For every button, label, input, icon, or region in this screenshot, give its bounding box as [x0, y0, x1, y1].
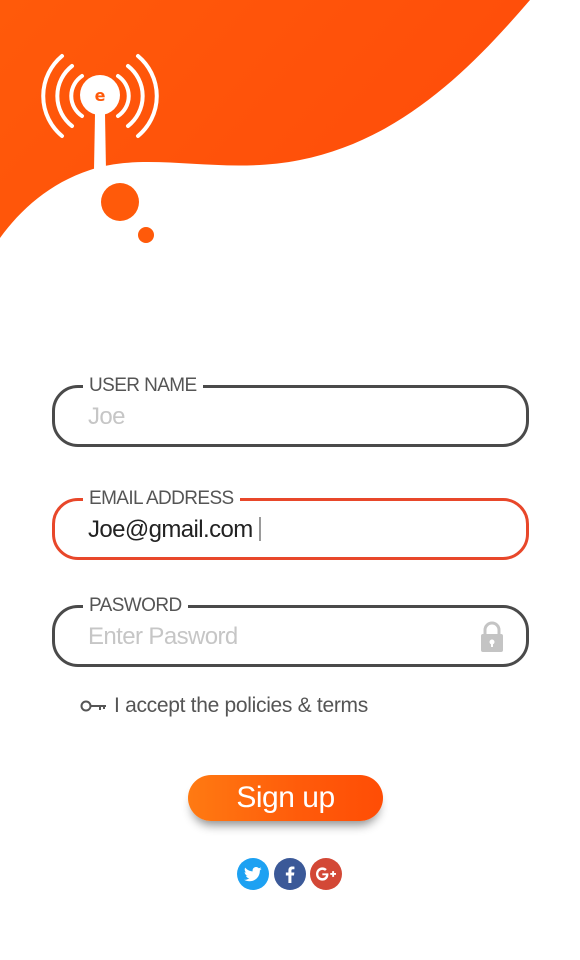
password-placeholder[interactable]: Enter Pasword: [88, 622, 238, 652]
password-label: PASWORD: [83, 594, 188, 618]
lock-icon: [481, 621, 503, 652]
facebook-icon: [285, 865, 295, 883]
username-label: USER NAME: [83, 374, 203, 398]
username-placeholder[interactable]: Joe: [88, 402, 126, 432]
password-field[interactable]: PASWORD Enter Pasword: [52, 594, 529, 667]
svg-text:e: e: [95, 86, 106, 105]
key-icon: [80, 700, 106, 712]
twitter-icon: [244, 866, 262, 881]
terms-checkbox[interactable]: I accept the policies & terms: [80, 692, 368, 720]
terms-text: I accept the policies & terms: [114, 694, 368, 717]
email-value: Joe@gmail.com: [88, 516, 253, 543]
signup-button[interactable]: Sign up: [188, 775, 383, 821]
twitter-button[interactable]: [237, 858, 269, 890]
header-hero: e: [0, 0, 580, 260]
broadcast-antenna-icon: e: [41, 54, 159, 173]
email-field[interactable]: EMAIL ADDRESS Joe@gmail.com: [52, 487, 529, 560]
email-input[interactable]: Joe@gmail.com: [88, 515, 261, 545]
google-plus-button[interactable]: [310, 858, 342, 890]
facebook-button[interactable]: [274, 858, 306, 890]
username-field[interactable]: USER NAME Joe: [52, 374, 529, 447]
google-plus-icon: [316, 867, 336, 881]
email-label: EMAIL ADDRESS: [83, 487, 240, 511]
text-caret: [258, 517, 261, 541]
